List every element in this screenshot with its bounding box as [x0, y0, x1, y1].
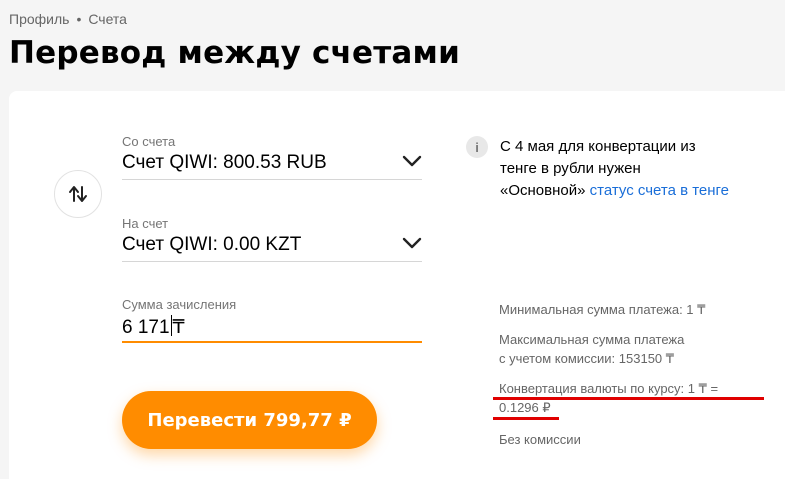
amount-number: 6 171: [122, 317, 170, 338]
swap-arrows-icon: [69, 186, 87, 202]
conversion-rate-line1: Конвертация валюты по курсу: 1 ₸ =: [499, 381, 719, 396]
to-account-select[interactable]: На счет Счет QIWI: 0.00 KZT: [122, 216, 422, 262]
info-notice: С 4 мая для конвертации из тенге в рубли…: [500, 136, 730, 202]
swap-accounts-button[interactable]: [54, 170, 102, 218]
to-account-label: На счет: [122, 216, 169, 231]
from-account-select[interactable]: Со счета Счет QIWI: 800.53 RUB: [122, 134, 422, 180]
from-account-label: Со счета: [122, 134, 176, 149]
breadcrumb-profile-link[interactable]: Профиль: [9, 11, 69, 27]
amount-label: Сумма зачисления: [122, 297, 237, 312]
transfer-button[interactable]: Перевести 799,77 ₽: [122, 391, 377, 449]
to-account-value: Счет QIWI: 0.00 KZT: [122, 234, 302, 255]
max-payment-text: Максимальная сумма платежа с учетом коми…: [499, 330, 749, 368]
max-payment-line2: с учетом комиссии: 153150 ₸: [499, 351, 675, 366]
chevron-down-icon[interactable]: [402, 154, 422, 168]
account-status-link[interactable]: статус счета в тенге: [590, 182, 729, 199]
breadcrumb: Профиль • Счета: [9, 11, 127, 27]
page-title: Перевод между счетами: [9, 35, 461, 71]
chevron-down-icon[interactable]: [402, 236, 422, 250]
max-payment-line1: Максимальная сумма платежа: [499, 332, 685, 347]
conversion-rate-line2: 0.1296 ₽: [499, 400, 551, 415]
min-payment-text: Минимальная сумма платежа: 1 ₸: [499, 302, 706, 317]
amount-currency: ₸: [172, 317, 185, 338]
from-account-value: Счет QIWI: 800.53 RUB: [122, 152, 327, 173]
amount-value[interactable]: 6 171 ₸: [122, 315, 422, 339]
annotation-underline: [493, 397, 764, 400]
amount-input[interactable]: Сумма зачисления 6 171 ₸: [122, 297, 422, 343]
breadcrumb-accounts-link[interactable]: Счета: [88, 11, 127, 27]
breadcrumb-separator: •: [76, 11, 82, 27]
text-caret: [170, 315, 172, 336]
annotation-underline: [493, 417, 559, 420]
info-icon: i: [466, 136, 488, 158]
no-fee-text: Без комиссии: [499, 432, 581, 447]
